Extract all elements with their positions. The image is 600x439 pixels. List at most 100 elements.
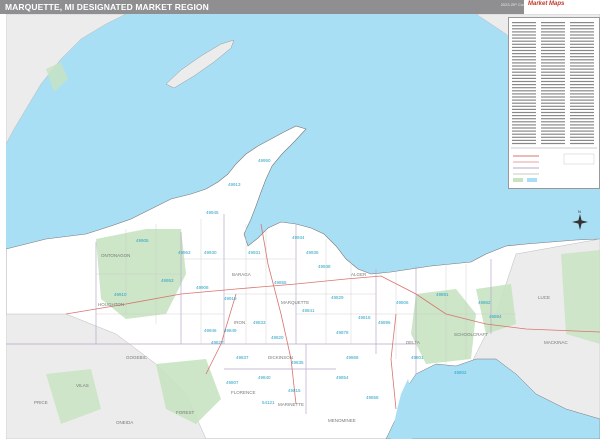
index-row	[512, 40, 536, 42]
index-row	[570, 87, 594, 89]
index-row	[541, 99, 565, 101]
index-row	[570, 59, 594, 61]
zip-label: 49878	[336, 330, 349, 335]
county-label: IRON	[234, 320, 245, 325]
index-row	[512, 74, 536, 76]
index-row	[570, 136, 594, 138]
index-row	[512, 49, 536, 52]
index-row	[570, 93, 594, 95]
index-row	[541, 111, 565, 114]
index-row	[512, 130, 536, 132]
index-row	[570, 22, 594, 24]
zip-label: 49849	[224, 328, 237, 333]
county-label: MACKINAC	[544, 340, 569, 345]
index-row	[541, 68, 565, 70]
index-row	[541, 142, 565, 145]
index-row	[541, 74, 565, 76]
zip-label: 49934	[292, 235, 305, 240]
index-row	[512, 118, 536, 120]
index-row	[541, 102, 565, 104]
index-row	[541, 34, 565, 36]
index-row	[570, 43, 594, 45]
zip-label: 49829	[331, 295, 344, 300]
index-row	[570, 49, 594, 52]
logo-brand: Market Maps	[528, 1, 565, 7]
zip-label: 49905	[136, 238, 149, 243]
index-row	[541, 59, 565, 61]
index-row	[570, 130, 594, 132]
zip-label: 49835	[291, 360, 304, 365]
index-row	[570, 37, 594, 39]
index-row	[541, 22, 565, 24]
index-row	[512, 108, 536, 110]
header-bar: MARQUETTE, MI DESIGNATED MARKET REGION 2…	[0, 0, 600, 14]
index-row	[541, 25, 565, 27]
index-row	[512, 133, 536, 135]
county-label: SCHOOLCRAFT	[454, 332, 488, 337]
county-label: DICKINSON	[268, 355, 293, 360]
index-row	[512, 142, 536, 145]
index-row	[512, 121, 536, 123]
county-label: ONTONAGON	[101, 253, 130, 258]
zip-label: 49841	[302, 308, 315, 313]
zip-label: 49837	[236, 355, 249, 360]
index-row	[541, 136, 565, 138]
index-row	[512, 59, 536, 61]
zip-label: 49802	[454, 370, 467, 375]
index-row	[512, 77, 536, 79]
index-row	[541, 56, 565, 58]
index-row	[570, 84, 594, 86]
index-row	[512, 139, 536, 141]
index-row	[570, 77, 594, 79]
index-row	[541, 96, 565, 98]
zip-label: 49930	[204, 250, 217, 255]
index-row	[570, 133, 594, 135]
index-row	[570, 68, 594, 70]
index-row	[570, 142, 594, 145]
index-row	[541, 90, 565, 92]
index-row	[570, 99, 594, 101]
zip-label: 49806	[396, 300, 409, 305]
index-row	[570, 71, 594, 73]
index-row	[570, 56, 594, 58]
index-row	[512, 93, 536, 95]
index-row	[512, 127, 536, 129]
index-row	[570, 74, 594, 76]
index-row	[541, 124, 565, 126]
zip-label: 49919	[224, 296, 237, 301]
index-row	[541, 127, 565, 129]
county-label: ONEIDA	[116, 420, 133, 425]
index-row	[541, 46, 565, 48]
index-row	[541, 80, 565, 83]
index-row	[570, 102, 594, 104]
zip-label: 49946	[204, 328, 217, 333]
county-label: ALGER	[351, 272, 367, 277]
index-row	[541, 71, 565, 73]
zip-label: 49818	[358, 315, 371, 320]
zip-label: 49801	[411, 355, 424, 360]
index-rows	[512, 22, 594, 145]
index-row	[541, 108, 565, 110]
zip-label: 49840	[258, 375, 271, 380]
index-row	[541, 93, 565, 95]
far-east-forest	[561, 250, 600, 344]
index-row	[512, 84, 536, 86]
index-row	[541, 62, 565, 64]
county-label: FOREST	[176, 410, 195, 415]
index-row	[541, 65, 565, 67]
index-row	[570, 28, 594, 30]
zip-label: 49827	[211, 340, 224, 345]
county-label: MARINETTE	[278, 402, 304, 407]
county-label: DELTA	[406, 340, 420, 345]
index-row	[512, 96, 536, 98]
zip-label: 49963	[178, 250, 191, 255]
map-title: MARQUETTE, MI DESIGNATED MARKET REGION	[5, 2, 209, 12]
index-row	[570, 40, 594, 42]
index-row	[570, 96, 594, 98]
compass-north-label: N	[578, 209, 581, 214]
index-row	[541, 133, 565, 135]
index-row	[512, 99, 536, 101]
index-row	[541, 115, 565, 117]
index-row	[512, 71, 536, 73]
index-row	[570, 34, 594, 36]
